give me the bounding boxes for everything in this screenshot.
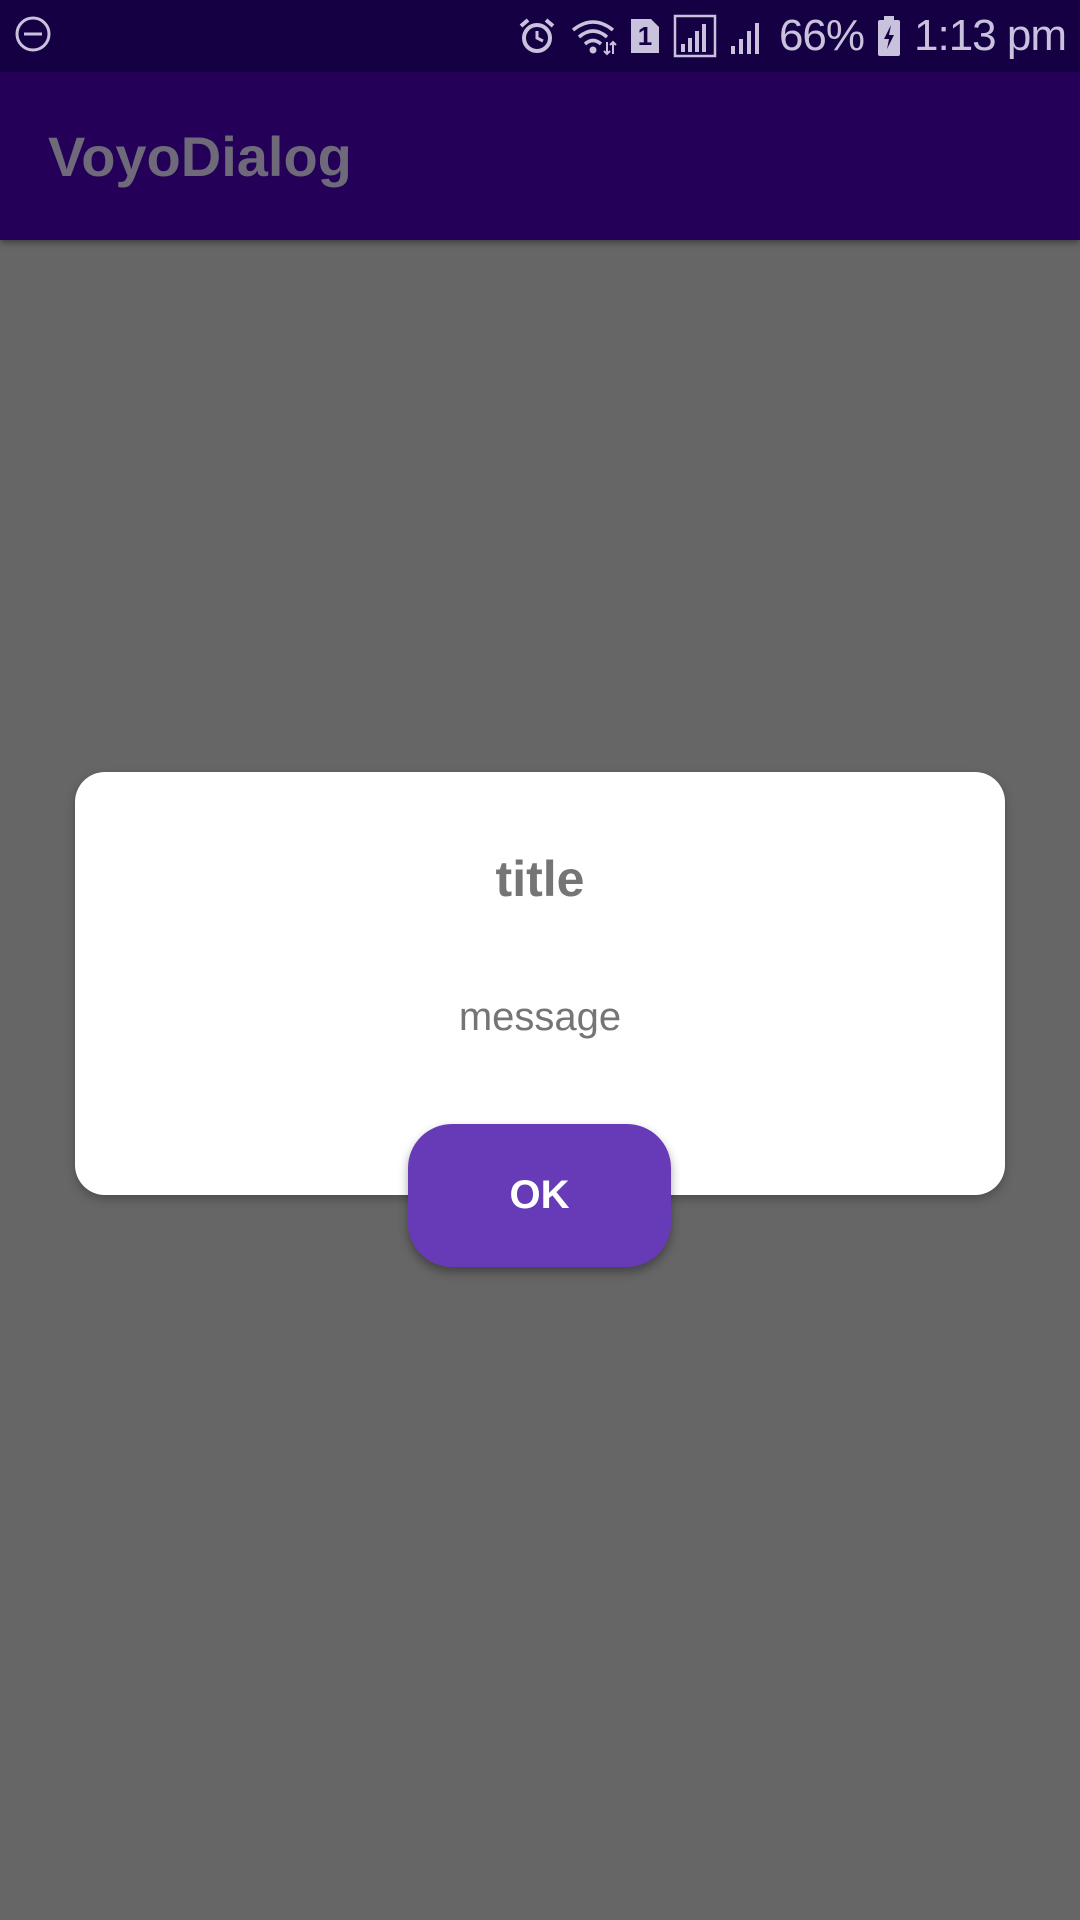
dialog-message: message [458, 995, 622, 1039]
sim-icon: 1 [629, 17, 661, 55]
do-not-disturb-icon [14, 15, 52, 58]
signal-icon [673, 14, 717, 58]
dialog-title: title [495, 851, 585, 907]
battery-charging-icon [876, 15, 902, 57]
app-title: VoyoDialog [48, 124, 352, 188]
signal-icon [729, 16, 767, 56]
ok-button[interactable]: OK [408, 1124, 671, 1267]
battery-percentage: 66% [778, 11, 865, 60]
alarm-icon [517, 16, 557, 56]
status-time: 1:13 pm [914, 11, 1067, 60]
wifi-icon [569, 16, 617, 56]
screen: 1 66% 1:13 pm VoyoDialog title message O… [0, 0, 1080, 1920]
status-bar: 1 66% 1:13 pm [0, 0, 1080, 72]
sim-slot-number: 1 [637, 21, 653, 51]
app-bar: VoyoDialog [0, 72, 1080, 240]
